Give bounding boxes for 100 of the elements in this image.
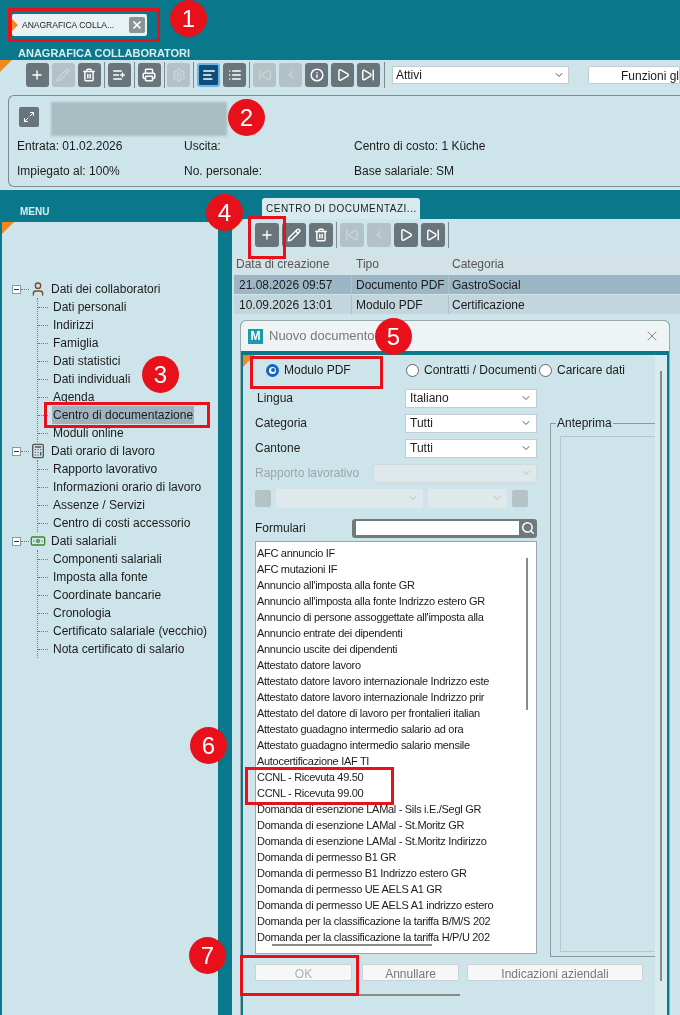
documents-tab[interactable]: CENTRO DI DOCUMENTAZI... <box>262 198 420 219</box>
tree-item[interactable]: Agenda <box>52 388 96 406</box>
dropdown[interactable]: Tutti <box>405 413 537 433</box>
status-filter-dropdown[interactable]: Attivi <box>391 66 569 84</box>
tree-item[interactable]: Dati salariali <box>51 532 117 550</box>
column-header[interactable]: Categoria <box>449 255 505 273</box>
tree-item[interactable]: Cronologia <box>52 604 113 622</box>
form-item[interactable]: Domanda di permesso UE AELS A1 indrizzo estero <box>257 897 494 913</box>
app-logo: M <box>248 328 263 344</box>
tree-item[interactable]: Dati statistici <box>52 352 122 370</box>
delete-button[interactable] <box>77 63 101 87</box>
field-label: Categoria <box>255 415 309 432</box>
last-button[interactable] <box>421 223 445 247</box>
corner-tab-icon <box>2 222 14 234</box>
info-button[interactable] <box>305 63 329 87</box>
form-item[interactable]: Attestato datore lavoro <box>257 657 361 673</box>
search-field[interactable] <box>352 518 537 538</box>
tree-item[interactable]: Centro di documentazione <box>52 406 195 424</box>
tree-item[interactable]: Dati individuali <box>52 370 132 388</box>
form-item[interactable]: Domanda di permesso UE AELS A1 GR <box>257 881 443 897</box>
tree-item[interactable]: Nota certificato di salario <box>52 640 186 658</box>
tree-item[interactable]: Famiglia <box>52 334 100 352</box>
employee-field: Impiegato al: 100% <box>17 162 184 177</box>
form-item[interactable]: Domanda di esenzione LAMal - Sils i.E./Segl GR <box>257 801 482 817</box>
dropdown[interactable]: Tutti <box>405 438 537 458</box>
tree-item[interactable]: Assenze / Servizi <box>52 496 147 514</box>
import-button[interactable] <box>107 63 131 87</box>
tree-item[interactable]: Dati dei collaboratori <box>51 280 161 298</box>
last-button[interactable] <box>357 63 380 87</box>
tree-toggle[interactable] <box>12 284 21 294</box>
form-item[interactable]: Annuncio all'imposta alla fonte GR <box>257 577 415 593</box>
table-row[interactable]: 10.09.2026 13:01 Modulo PDF Certificazione <box>234 295 680 314</box>
document-type-radio[interactable]: Modulo PDF <box>255 361 396 379</box>
app-tab[interactable]: ANAGRAFICA COLLA... <box>12 14 147 36</box>
align-left-icon <box>201 68 216 82</box>
form-item[interactable]: Annuncio di persone assoggettate all'imposta alla <box>257 609 484 625</box>
tree-toggle[interactable] <box>12 536 21 546</box>
form-item[interactable]: CCNL - Ricevuta 99.00 <box>257 785 364 801</box>
field-label: Lingua <box>256 390 295 407</box>
banknote-icon <box>30 533 46 549</box>
document-type-radio[interactable]: Contratti / Documenti <box>396 361 537 379</box>
tree-item[interactable]: Indirizzi <box>52 316 95 334</box>
form-item[interactable]: Autocertificazione IAF TI <box>257 753 370 769</box>
print-button[interactable] <box>137 63 161 87</box>
tree-item[interactable]: Componenti salariali <box>52 550 163 568</box>
document-type-radio[interactable]: Caricare dati <box>537 361 626 379</box>
tree-item[interactable]: Centro di costi accessorio <box>52 514 192 532</box>
form-item[interactable]: Domanda di permesso B1 GR <box>257 849 397 865</box>
form-item[interactable]: Domanda di permesso B1 Indrizzo estero GR <box>257 865 467 881</box>
form-item[interactable]: Attestato datore lavoro internazionale Indrizzo este <box>257 673 490 689</box>
employee-field: No. personale: <box>184 162 354 177</box>
close-button[interactable] <box>129 17 145 33</box>
employee-field: Uscita: <box>184 137 354 152</box>
form-item[interactable]: Attestato guadagno intermedio salario mensile <box>257 737 470 753</box>
tree-item[interactable]: Dati personali <box>52 298 128 316</box>
column-header[interactable]: Data di creazione <box>234 255 352 273</box>
field-label: Formulari <box>255 520 307 537</box>
form-item[interactable]: Attestato del datore di lavoro per frontalieri italian <box>257 705 480 721</box>
form-item[interactable]: Annuncio entrate dei dipendenti <box>257 625 403 641</box>
form-item[interactable]: AFC annuncio IF <box>257 545 336 561</box>
next-button[interactable] <box>331 63 354 87</box>
detail-view-button[interactable] <box>197 63 221 87</box>
search-icon <box>521 521 535 535</box>
column-header[interactable]: Tipo <box>352 255 449 273</box>
form-item[interactable]: Attestato guadagno intermedio salario ad ora <box>257 721 464 737</box>
form-item[interactable]: CCNL - Ricevuta 49.50 <box>257 769 364 785</box>
form-item[interactable]: Domanda per la classificazione la tariffa H/P/U 202 <box>257 929 490 945</box>
expand-button[interactable] <box>19 107 39 127</box>
form-item[interactable]: Annuncio all'imposta alla fonte Indrizzo estero GR <box>257 593 485 609</box>
tree-item[interactable]: Dati orario di lavoro <box>51 442 156 460</box>
form-item[interactable]: AFC mutazioni IF <box>257 561 338 577</box>
play-icon <box>399 228 413 242</box>
form-item[interactable]: Attestato datore lavoro internazionale Indrizzo prir <box>257 689 485 705</box>
dialog-title: Nuovo documento <box>269 327 375 346</box>
tree-item[interactable]: Coordinate bancarie <box>52 586 163 604</box>
tree-item[interactable]: Informazioni orario di lavoro <box>52 478 203 496</box>
dropdown[interactable]: Italiano <box>405 388 537 408</box>
list-view-button[interactable] <box>223 63 247 87</box>
form-item[interactable]: Annuncio uscite dei dipendenti <box>257 641 398 657</box>
expand-icon <box>23 111 35 123</box>
add-button[interactable] <box>255 223 279 247</box>
functions-button[interactable]: Funzioni gl <box>587 66 680 84</box>
form-item[interactable]: Domanda di esenzione LAMal - St.Moritz Indirizzo <box>257 833 487 849</box>
table-row[interactable]: 21.08.2026 09:57 Documento PDF GastroSocial <box>234 275 680 294</box>
add-button[interactable] <box>26 63 49 87</box>
delete-button[interactable] <box>309 223 333 247</box>
list-icon <box>227 68 242 82</box>
form-item[interactable]: Domanda per la classificazione la tariffa B/M/S 202 <box>257 913 491 929</box>
tree-item[interactable]: Rapporto lavorativo <box>52 460 159 478</box>
tree-item[interactable]: Moduli online <box>52 424 125 442</box>
tree-item[interactable]: Imposta alla fonte <box>52 568 149 586</box>
form-item[interactable]: Domanda di esenzione LAMal - St.Moritz GR <box>257 817 465 833</box>
tree-item[interactable]: Certificato salariale (vecchio) <box>52 622 209 640</box>
next-button[interactable] <box>394 223 418 247</box>
table-cell: Documento PDF <box>352 275 449 294</box>
tree-toggle[interactable] <box>12 446 21 456</box>
dialog-button[interactable]: Annullare <box>362 964 459 981</box>
dialog-button[interactable]: Indicazioni aziendali <box>467 964 643 981</box>
edit-button[interactable] <box>282 223 306 247</box>
table-cell-text: GastroSocial <box>451 276 521 294</box>
